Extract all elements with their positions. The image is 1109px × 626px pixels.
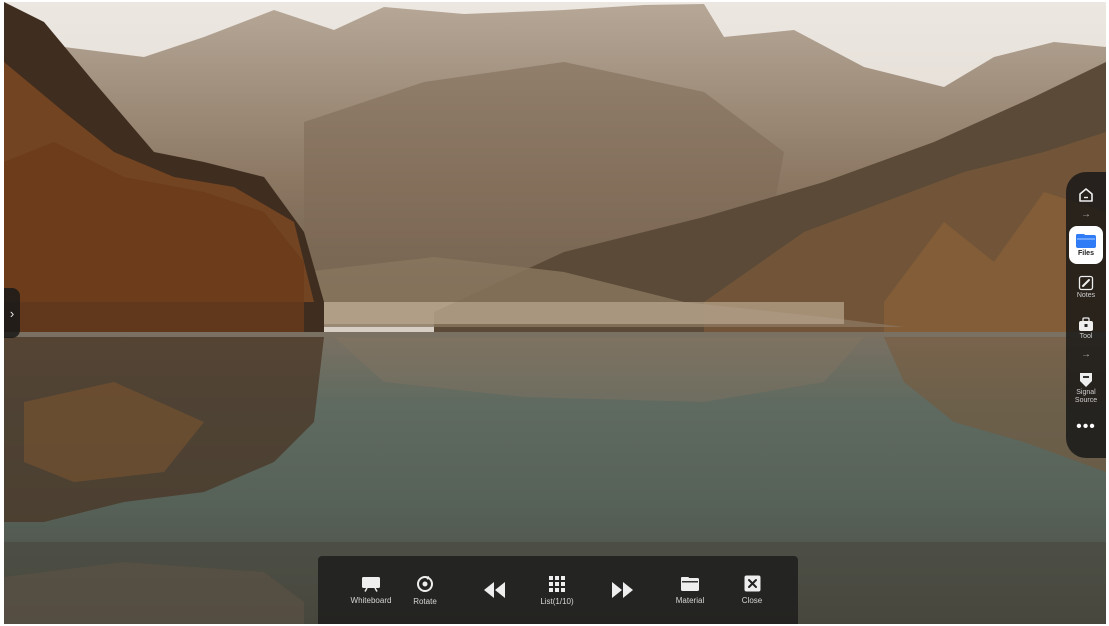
whiteboard-icon: [362, 576, 380, 592]
close-icon: [744, 575, 760, 592]
arrow-icon: →: [1081, 349, 1091, 360]
left-panel-toggle[interactable]: ›: [4, 288, 20, 338]
toolbox-icon: [1079, 317, 1093, 331]
more-options-button[interactable]: •••: [1076, 418, 1096, 436]
rotate-button[interactable]: Rotate: [408, 556, 442, 624]
right-sidebar: → Files Notes Tool → Signal Source •••: [1066, 172, 1106, 458]
folder-icon: [681, 576, 699, 591]
material-button[interactable]: Material: [670, 556, 710, 624]
chevron-right-icon: ›: [9, 305, 15, 321]
whiteboard-label: Whiteboard: [350, 595, 392, 605]
home-icon: [1079, 188, 1093, 202]
fast-forward-icon: [612, 582, 633, 598]
sidebar-item-label: Notes: [1076, 291, 1096, 299]
sidebar-item-label: Tool: [1079, 333, 1093, 340]
home-button[interactable]: [1073, 182, 1099, 208]
rotate-icon: [417, 575, 433, 592]
wallpaper-screen: [4, 2, 1106, 624]
rotate-label: Rotate: [413, 596, 437, 606]
list-button[interactable]: List(1/10): [533, 556, 581, 624]
whiteboard-button[interactable]: Whiteboard: [348, 556, 394, 624]
list-label: List(1/10): [540, 596, 574, 606]
grid-icon: [549, 575, 565, 592]
pen-icon: [1078, 275, 1094, 290]
sidebar-item-notes[interactable]: Notes: [1069, 268, 1103, 306]
previous-button[interactable]: [478, 556, 510, 624]
close-button[interactable]: Close: [736, 556, 768, 624]
landscape-wallpaper: [4, 2, 1106, 624]
material-label: Material: [675, 595, 705, 605]
sidebar-item-tool[interactable]: Tool: [1069, 310, 1103, 348]
next-button[interactable]: [607, 556, 639, 624]
close-label: Close: [741, 596, 763, 605]
media-control-bar: Whiteboard Rotate List(1/10) Material Cl…: [318, 556, 798, 624]
sidebar-item-label: Files: [1078, 249, 1094, 257]
folder-icon: [1076, 233, 1096, 248]
sidebar-item-files[interactable]: Files: [1069, 226, 1103, 264]
rewind-icon: [484, 582, 505, 598]
sidebar-item-signal-source[interactable]: Signal Source: [1069, 366, 1103, 410]
arrow-icon: →: [1081, 209, 1091, 220]
signal-source-icon: [1080, 372, 1092, 387]
sidebar-item-label: Signal Source: [1074, 388, 1098, 404]
